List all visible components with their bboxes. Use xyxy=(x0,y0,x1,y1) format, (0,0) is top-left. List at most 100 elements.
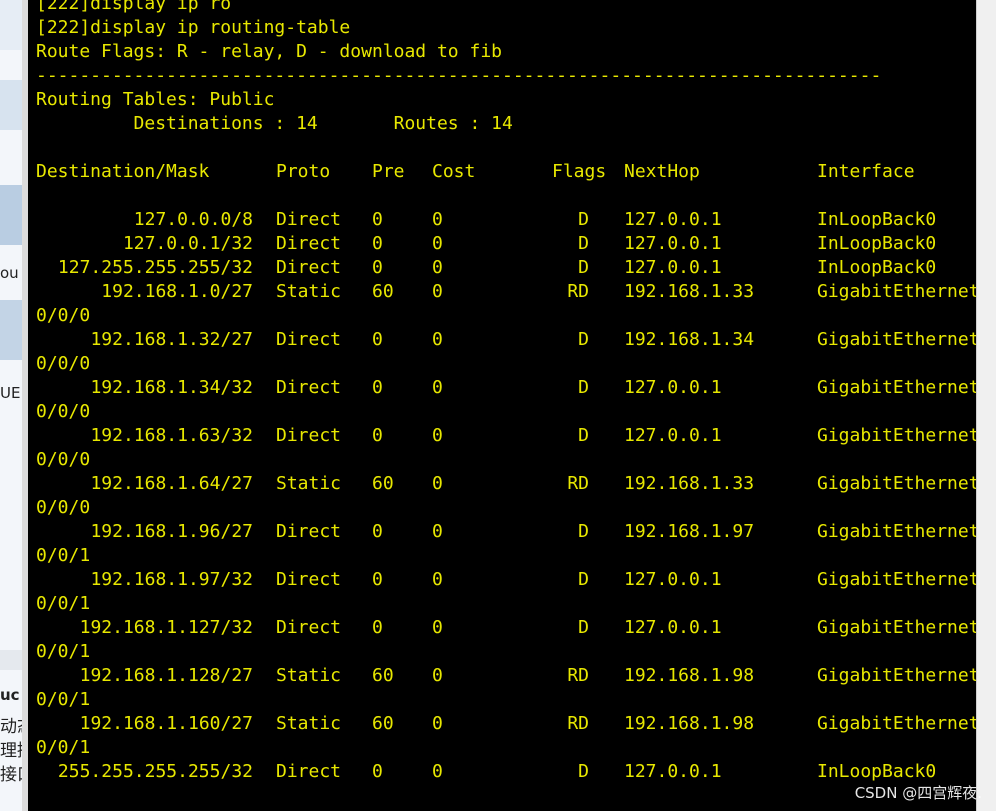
proto-cell: Direct xyxy=(276,377,342,398)
interface-cell: GigabitEthernet xyxy=(817,665,976,686)
destination-cell: 192.168.1.128/27 xyxy=(79,665,253,686)
header-destination-cell: Destination/Mask xyxy=(36,161,210,182)
background-device-icon xyxy=(0,185,22,245)
nexthop-cell: 127.0.0.1 xyxy=(624,377,722,398)
scrollbar-thumb[interactable] xyxy=(980,4,993,764)
interface-cell: InLoopBack0 xyxy=(817,233,937,254)
proto-cell: Static xyxy=(276,713,342,734)
terminal-line: [222]display ip ro xyxy=(36,0,232,14)
route-row: 192.168.1.64/27 Static 60 0 RD 192.168.1.33 Gi… xyxy=(36,472,976,496)
preference-cell: 0 xyxy=(372,521,383,542)
cost-cell: 0 xyxy=(432,617,443,638)
flags-cell: D xyxy=(578,329,589,350)
header-interface-cell: Interface xyxy=(817,161,915,182)
header-proto-cell: Proto xyxy=(276,161,331,182)
flags-cell: D xyxy=(578,425,589,446)
cost-cell: 0 xyxy=(432,473,443,494)
background-device-icon xyxy=(0,300,22,360)
cost-cell: 0 xyxy=(432,569,443,590)
cost-cell: 0 xyxy=(432,233,443,254)
destination-cell: 192.168.1.64/27 xyxy=(90,473,253,494)
cost-cell: 0 xyxy=(432,425,443,446)
routing-table-header: Destination/Mask Proto Pre Cost Flags NextHop… xyxy=(36,160,976,184)
nexthop-cell: 192.168.1.98 xyxy=(624,665,755,686)
terminal-line: [222]display ip routing-table xyxy=(36,17,351,38)
preference-cell: 0 xyxy=(372,377,383,398)
header-flags-cell: Flags xyxy=(552,161,607,182)
background-app-text: 动态 xyxy=(0,717,22,737)
background-app-text: uc xyxy=(0,686,20,704)
route-row: 192.168.1.32/27 Direct 0 0 D 192.168.1.34 Giga… xyxy=(36,328,976,352)
route-row-wrap: 0/0/0 xyxy=(36,449,91,470)
interface-cell: InLoopBack0 xyxy=(817,257,937,278)
preference-cell: 60 xyxy=(372,665,394,686)
route-row: 192.168.1.128/27 Static 60 0 RD 192.168.1.98 G… xyxy=(36,664,976,688)
interface-cell: GigabitEthernet xyxy=(817,617,976,638)
route-row: 127.0.0.0/8 Direct 0 0 D 127.0.0.1 InLoopBack0 xyxy=(36,208,976,232)
terminal-line: Destinations : 14 Routes : 14 xyxy=(36,113,513,134)
route-row: 192.168.1.96/27 Direct 0 0 D 192.168.1.97 Giga… xyxy=(36,520,976,544)
nexthop-cell: 192.168.1.33 xyxy=(624,281,755,302)
flags-cell: D xyxy=(578,521,589,542)
preference-cell: 0 xyxy=(372,617,383,638)
terminal-line: ----------------------------------------… xyxy=(36,65,882,86)
preference-cell: 0 xyxy=(372,425,383,446)
cost-cell: 0 xyxy=(432,377,443,398)
flags-cell: D xyxy=(578,209,589,230)
flags-cell: D xyxy=(578,761,589,782)
nexthop-cell: 192.168.1.33 xyxy=(624,473,755,494)
terminal-scrollbar[interactable] xyxy=(976,0,996,811)
route-row: 192.168.1.63/32 Direct 0 0 D 127.0.0.1 Gigabit… xyxy=(36,424,976,448)
terminal-line: Route Flags: R - relay, D - download to … xyxy=(36,41,502,62)
route-row-wrap: 0/0/1 xyxy=(36,737,91,758)
nexthop-cell: 127.0.0.1 xyxy=(624,761,722,782)
cost-cell: 0 xyxy=(432,521,443,542)
header-preference-cell: Pre xyxy=(372,161,405,182)
cost-cell: 0 xyxy=(432,665,443,686)
destination-cell: 192.168.1.34/32 xyxy=(90,377,253,398)
interface-cell: GigabitEthernet xyxy=(817,329,976,350)
cli-terminal[interactable]: [222]display ip ro [222]display ip routin… xyxy=(28,0,976,811)
destination-cell: 255.255.255.255/32 xyxy=(57,761,253,782)
nexthop-cell: 127.0.0.1 xyxy=(624,569,722,590)
preference-cell: 60 xyxy=(372,713,394,734)
nexthop-cell: 192.168.1.97 xyxy=(624,521,755,542)
route-row-wrap: 0/0/0 xyxy=(36,497,91,518)
cost-cell: 0 xyxy=(432,713,443,734)
nexthop-cell: 127.0.0.1 xyxy=(624,209,722,230)
route-row: 192.168.1.0/27 Static 60 0 RD 192.168.1.33 Gig… xyxy=(36,280,976,304)
preference-cell: 0 xyxy=(372,569,383,590)
nexthop-cell: 127.0.0.1 xyxy=(624,425,722,446)
destination-cell: 127.0.0.0/8 xyxy=(133,209,253,230)
flags-cell: D xyxy=(578,569,589,590)
route-row-wrap: 0/0/1 xyxy=(36,545,91,566)
route-row: 192.168.1.34/32 Direct 0 0 D 127.0.0.1 Gigabit… xyxy=(36,376,976,400)
interface-cell: InLoopBack0 xyxy=(817,209,937,230)
interface-cell: GigabitEthernet xyxy=(817,377,976,398)
background-app-text: ou xyxy=(0,264,19,282)
flags-cell: D xyxy=(578,377,589,398)
proto-cell: Direct xyxy=(276,569,342,590)
interface-cell: GigabitEthernet xyxy=(817,713,976,734)
nexthop-cell: 192.168.1.98 xyxy=(624,713,755,734)
flags-cell: D xyxy=(578,257,589,278)
proto-cell: Static xyxy=(276,473,342,494)
background-app-text: UE xyxy=(0,384,21,402)
route-row-wrap: 0/0/1 xyxy=(36,689,91,710)
proto-cell: Static xyxy=(276,281,342,302)
nexthop-cell: 127.0.0.1 xyxy=(624,617,722,638)
background-app-text: 理接 xyxy=(0,741,22,761)
preference-cell: 60 xyxy=(372,281,394,302)
nexthop-cell: 192.168.1.34 xyxy=(624,329,755,350)
nexthop-cell: 127.0.0.1 xyxy=(624,233,722,254)
proto-cell: Direct xyxy=(276,617,342,638)
destination-cell: 192.168.1.160/27 xyxy=(79,713,253,734)
header-cost-cell: Cost xyxy=(432,161,476,182)
route-row: 192.168.1.127/32 Direct 0 0 D 127.0.0.1 Gigabi… xyxy=(36,616,976,640)
destination-cell: 192.168.1.97/32 xyxy=(90,569,253,590)
interface-cell: InLoopBack0 xyxy=(817,761,937,782)
preference-cell: 0 xyxy=(372,761,383,782)
preference-cell: 0 xyxy=(372,329,383,350)
destination-cell: 192.168.1.96/27 xyxy=(90,521,253,542)
